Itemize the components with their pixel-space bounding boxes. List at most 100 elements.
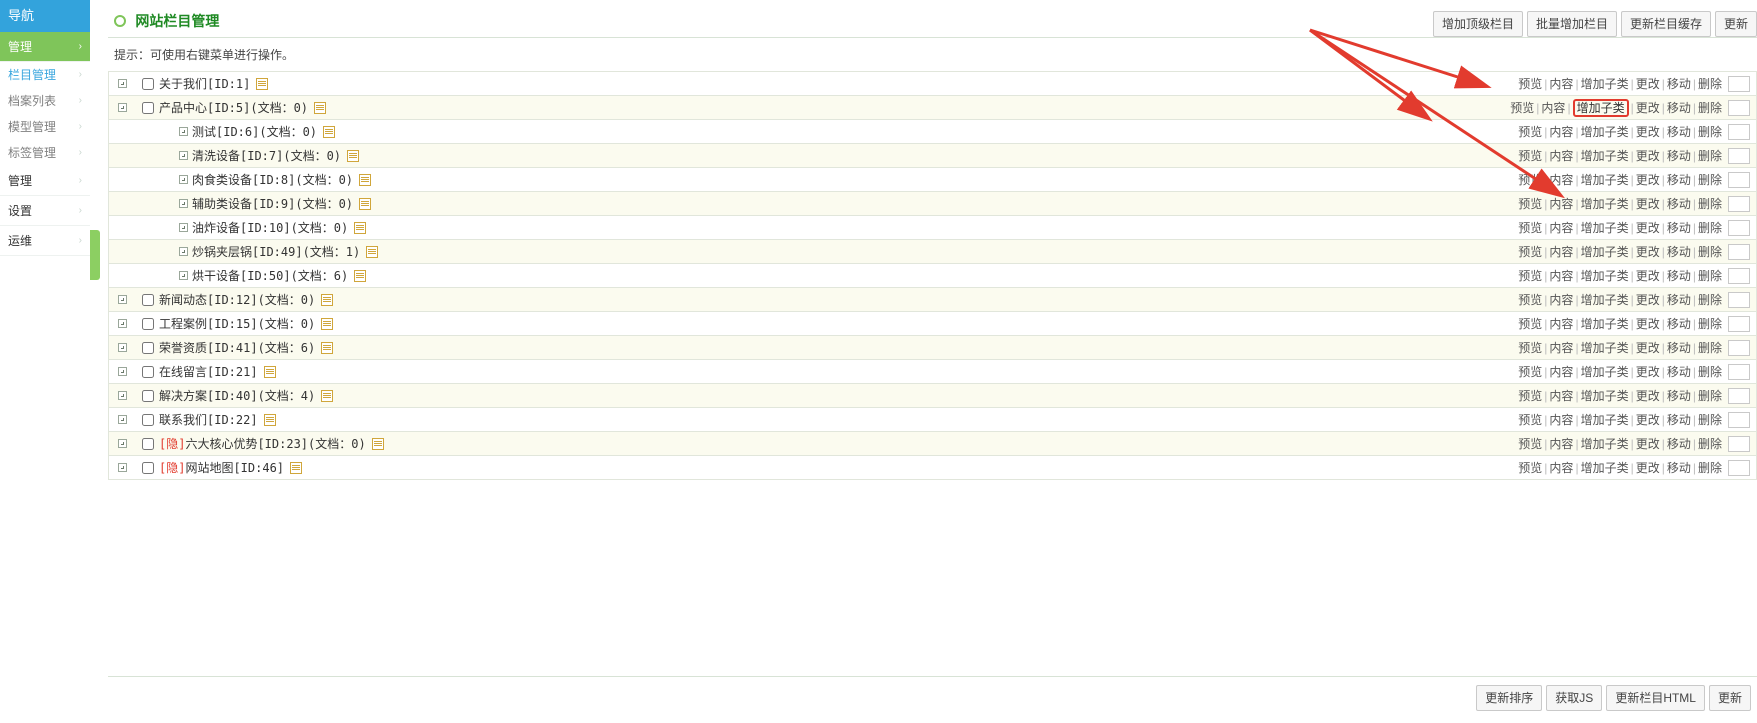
- action-内容[interactable]: 内容: [1549, 245, 1573, 259]
- row-label[interactable]: 清洗设备[ID:7](文档：0): [192, 147, 341, 164]
- nav-item[interactable]: 管理›: [0, 32, 90, 62]
- action-预览[interactable]: 预览: [1518, 173, 1542, 187]
- nav-item[interactable]: 运维›: [0, 226, 90, 256]
- action-删除[interactable]: 删除: [1698, 461, 1722, 475]
- row-checkbox[interactable]: [142, 318, 154, 330]
- action-增加子类[interactable]: 增加子类: [1581, 413, 1629, 427]
- action-删除[interactable]: 删除: [1698, 269, 1722, 283]
- action-更改[interactable]: 更改: [1636, 77, 1660, 91]
- row-label[interactable]: 工程案例[ID:15](文档：0): [159, 315, 315, 332]
- nav-subitem[interactable]: 档案列表›: [0, 88, 90, 114]
- row-label[interactable]: 荣誉资质[ID:41](文档：6): [159, 339, 315, 356]
- row-label[interactable]: 肉食类设备[ID:8](文档：0): [192, 171, 353, 188]
- action-增加子类[interactable]: 增加子类: [1581, 461, 1629, 475]
- action-预览[interactable]: 预览: [1518, 317, 1542, 331]
- nav-item[interactable]: 管理›: [0, 166, 90, 196]
- action-删除[interactable]: 删除: [1698, 317, 1722, 331]
- action-增加子类[interactable]: 增加子类: [1581, 437, 1629, 451]
- action-删除[interactable]: 删除: [1698, 389, 1722, 403]
- expand-icon[interactable]: [118, 463, 127, 472]
- row-label[interactable]: 产品中心[ID:5](文档：0): [159, 99, 308, 116]
- action-内容[interactable]: 内容: [1549, 413, 1573, 427]
- action-移动[interactable]: 移动: [1667, 149, 1691, 163]
- action-更改[interactable]: 更改: [1636, 461, 1660, 475]
- action-删除[interactable]: 删除: [1698, 149, 1722, 163]
- document-icon[interactable]: [321, 390, 333, 402]
- action-预览[interactable]: 预览: [1518, 149, 1542, 163]
- action-内容[interactable]: 内容: [1549, 77, 1573, 91]
- row-label[interactable]: 新闻动态[ID:12](文档：0): [159, 291, 315, 308]
- sort-input[interactable]: [1728, 220, 1750, 236]
- row-label[interactable]: 在线留言[ID:21]: [159, 363, 258, 380]
- document-icon[interactable]: [264, 414, 276, 426]
- expand-icon[interactable]: [118, 343, 127, 352]
- action-删除[interactable]: 删除: [1698, 437, 1722, 451]
- document-icon[interactable]: [321, 318, 333, 330]
- sort-input[interactable]: [1728, 244, 1750, 260]
- sort-input[interactable]: [1728, 76, 1750, 92]
- action-内容[interactable]: 内容: [1549, 269, 1573, 283]
- row-label[interactable]: [隐]网站地图[ID:46]: [159, 459, 284, 476]
- sort-input[interactable]: [1728, 316, 1750, 332]
- action-预览[interactable]: 预览: [1518, 269, 1542, 283]
- action-预览[interactable]: 预览: [1518, 389, 1542, 403]
- header-button[interactable]: 更新: [1715, 11, 1757, 37]
- row-checkbox[interactable]: [142, 366, 154, 378]
- action-增加子类[interactable]: 增加子类: [1581, 389, 1629, 403]
- action-移动[interactable]: 移动: [1667, 245, 1691, 259]
- action-删除[interactable]: 删除: [1698, 365, 1722, 379]
- action-内容[interactable]: 内容: [1549, 317, 1573, 331]
- action-移动[interactable]: 移动: [1667, 125, 1691, 139]
- sidebar-collapse-handle[interactable]: [90, 230, 100, 280]
- footer-button[interactable]: 更新: [1709, 685, 1751, 711]
- action-移动[interactable]: 移动: [1667, 389, 1691, 403]
- action-更改[interactable]: 更改: [1636, 389, 1660, 403]
- action-移动[interactable]: 移动: [1667, 461, 1691, 475]
- action-更改[interactable]: 更改: [1636, 413, 1660, 427]
- footer-button[interactable]: 更新排序: [1476, 685, 1542, 711]
- action-删除[interactable]: 删除: [1698, 413, 1722, 427]
- document-icon[interactable]: [359, 198, 371, 210]
- sort-input[interactable]: [1728, 436, 1750, 452]
- row-label[interactable]: [隐]六大核心优势[ID:23](文档：0): [159, 435, 366, 452]
- sort-input[interactable]: [1728, 148, 1750, 164]
- action-更改[interactable]: 更改: [1636, 149, 1660, 163]
- action-更改[interactable]: 更改: [1636, 245, 1660, 259]
- action-增加子类[interactable]: 增加子类: [1581, 149, 1629, 163]
- action-增加子类[interactable]: 增加子类: [1581, 125, 1629, 139]
- action-增加子类[interactable]: 增加子类: [1581, 317, 1629, 331]
- action-增加子类[interactable]: 增加子类: [1581, 293, 1629, 307]
- action-移动[interactable]: 移动: [1667, 317, 1691, 331]
- row-checkbox[interactable]: [142, 102, 154, 114]
- row-label[interactable]: 联系我们[ID:22]: [159, 411, 258, 428]
- action-更改[interactable]: 更改: [1636, 221, 1660, 235]
- expand-icon[interactable]: [179, 223, 188, 232]
- action-内容[interactable]: 内容: [1549, 173, 1573, 187]
- action-内容[interactable]: 内容: [1549, 149, 1573, 163]
- sort-input[interactable]: [1728, 292, 1750, 308]
- action-增加子类[interactable]: 增加子类: [1581, 197, 1629, 211]
- action-内容[interactable]: 内容: [1541, 101, 1565, 115]
- sort-input[interactable]: [1728, 100, 1750, 116]
- action-增加子类[interactable]: 增加子类: [1581, 269, 1629, 283]
- action-增加子类[interactable]: 增加子类: [1581, 77, 1629, 91]
- row-checkbox[interactable]: [142, 78, 154, 90]
- action-增加子类[interactable]: 增加子类: [1581, 365, 1629, 379]
- row-label[interactable]: 解决方案[ID:40](文档：4): [159, 387, 315, 404]
- sort-input[interactable]: [1728, 124, 1750, 140]
- row-label[interactable]: 测试[ID:6](文档：0): [192, 123, 317, 140]
- action-更改[interactable]: 更改: [1636, 125, 1660, 139]
- nav-subitem[interactable]: 标签管理›: [0, 140, 90, 166]
- action-移动[interactable]: 移动: [1667, 437, 1691, 451]
- sort-input[interactable]: [1728, 364, 1750, 380]
- action-删除[interactable]: 删除: [1698, 221, 1722, 235]
- action-内容[interactable]: 内容: [1549, 461, 1573, 475]
- action-预览[interactable]: 预览: [1518, 245, 1542, 259]
- document-icon[interactable]: [323, 126, 335, 138]
- action-更改[interactable]: 更改: [1636, 101, 1660, 115]
- document-icon[interactable]: [372, 438, 384, 450]
- nav-item[interactable]: 设置›: [0, 196, 90, 226]
- action-更改[interactable]: 更改: [1636, 437, 1660, 451]
- expand-icon[interactable]: [179, 247, 188, 256]
- expand-icon[interactable]: [118, 391, 127, 400]
